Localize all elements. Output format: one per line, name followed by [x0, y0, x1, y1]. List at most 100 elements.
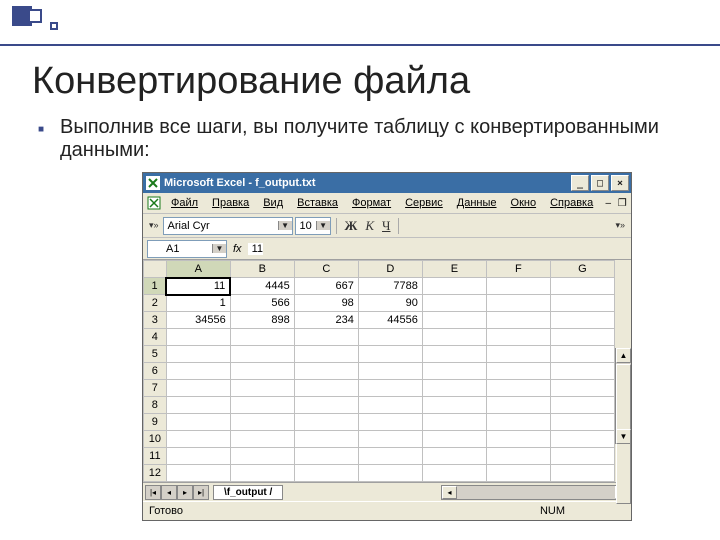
maximize-button[interactable]: □: [591, 175, 609, 191]
cell[interactable]: [294, 380, 358, 397]
row-header[interactable]: 5: [144, 346, 167, 363]
cell[interactable]: [422, 414, 486, 431]
cell[interactable]: 7788: [358, 278, 422, 295]
bold-button[interactable]: Ж: [342, 218, 361, 234]
row-header[interactable]: 8: [144, 397, 167, 414]
cell[interactable]: [166, 397, 230, 414]
fx-label[interactable]: fx: [233, 243, 242, 255]
cell[interactable]: [486, 329, 550, 346]
tab-prev-icon[interactable]: ◂: [161, 485, 177, 500]
cell[interactable]: [422, 397, 486, 414]
scroll-down-icon[interactable]: ▼: [616, 429, 631, 444]
menu-edit[interactable]: Правка: [206, 195, 255, 211]
spreadsheet-grid[interactable]: A B C D E F G 1 11 4445 667 7788 2 1 566…: [143, 260, 615, 482]
cell[interactable]: 4445: [230, 278, 294, 295]
cell[interactable]: [486, 380, 550, 397]
cell[interactable]: [294, 414, 358, 431]
cell[interactable]: [166, 380, 230, 397]
scroll-up-icon[interactable]: ▲: [616, 348, 631, 363]
cell[interactable]: [550, 295, 614, 312]
cell[interactable]: [230, 363, 294, 380]
cell[interactable]: [550, 346, 614, 363]
cell[interactable]: [230, 414, 294, 431]
titlebar[interactable]: Microsoft Excel - f_output.txt _ □ ×: [143, 173, 631, 193]
col-header-c[interactable]: C: [294, 261, 358, 278]
menu-help[interactable]: Справка: [544, 195, 599, 211]
menu-tools[interactable]: Сервис: [399, 195, 449, 211]
cell[interactable]: 90: [358, 295, 422, 312]
cell[interactable]: [422, 363, 486, 380]
cell[interactable]: [230, 329, 294, 346]
cell[interactable]: [550, 414, 614, 431]
menu-format[interactable]: Формат: [346, 195, 397, 211]
row-header[interactable]: 3: [144, 312, 167, 329]
cell[interactable]: [358, 380, 422, 397]
cell[interactable]: [550, 312, 614, 329]
row-header[interactable]: 9: [144, 414, 167, 431]
cell[interactable]: [230, 448, 294, 465]
wb-restore-icon[interactable]: ❐: [615, 198, 629, 209]
cell[interactable]: [230, 397, 294, 414]
cell[interactable]: [358, 431, 422, 448]
cell[interactable]: [166, 363, 230, 380]
cell[interactable]: [358, 448, 422, 465]
cell[interactable]: [550, 397, 614, 414]
cell[interactable]: [166, 414, 230, 431]
col-header-a[interactable]: A: [166, 261, 230, 278]
horizontal-scrollbar[interactable]: ◂ ▸: [441, 485, 631, 500]
cell[interactable]: [422, 346, 486, 363]
cell[interactable]: [486, 397, 550, 414]
cell[interactable]: [166, 346, 230, 363]
cell[interactable]: [422, 465, 486, 482]
cell[interactable]: [358, 346, 422, 363]
minimize-button[interactable]: _: [571, 175, 589, 191]
cell[interactable]: 44556: [358, 312, 422, 329]
cell[interactable]: [486, 278, 550, 295]
cell[interactable]: [550, 329, 614, 346]
row-header[interactable]: 1: [144, 278, 167, 295]
cell[interactable]: 898: [230, 312, 294, 329]
font-size-combo[interactable]: 10 ▼: [295, 217, 331, 235]
scroll-left-icon[interactable]: ◂: [442, 486, 457, 499]
cell[interactable]: [486, 312, 550, 329]
row-header[interactable]: 11: [144, 448, 167, 465]
cell[interactable]: [230, 465, 294, 482]
italic-button[interactable]: К: [362, 218, 377, 234]
row-header[interactable]: 12: [144, 465, 167, 482]
col-header-g[interactable]: G: [550, 261, 614, 278]
cell[interactable]: 98: [294, 295, 358, 312]
cell[interactable]: [358, 397, 422, 414]
cell[interactable]: [550, 363, 614, 380]
cell[interactable]: [550, 380, 614, 397]
cell[interactable]: 667: [294, 278, 358, 295]
cell[interactable]: [230, 380, 294, 397]
cell[interactable]: [166, 465, 230, 482]
menu-insert[interactable]: Вставка: [291, 195, 344, 211]
cell[interactable]: [294, 329, 358, 346]
name-box[interactable]: A1 ▼: [147, 240, 227, 258]
select-all-corner[interactable]: [144, 261, 167, 278]
cell[interactable]: 1: [166, 295, 230, 312]
workbook-icon[interactable]: [147, 195, 161, 211]
row-header[interactable]: 10: [144, 431, 167, 448]
col-header-d[interactable]: D: [358, 261, 422, 278]
row-header[interactable]: 4: [144, 329, 167, 346]
cell[interactable]: [422, 295, 486, 312]
cell[interactable]: [486, 346, 550, 363]
tab-last-icon[interactable]: ▸|: [193, 485, 209, 500]
cell[interactable]: [358, 414, 422, 431]
toolbar-overflow-icon[interactable]: ▾»: [613, 220, 627, 231]
menu-file[interactable]: Файл: [165, 195, 204, 211]
cell[interactable]: [166, 329, 230, 346]
formula-value[interactable]: 11: [248, 243, 263, 255]
tab-next-icon[interactable]: ▸: [177, 485, 193, 500]
cell[interactable]: [294, 431, 358, 448]
cell[interactable]: [486, 465, 550, 482]
row-header[interactable]: 2: [144, 295, 167, 312]
col-header-b[interactable]: B: [230, 261, 294, 278]
cell[interactable]: [230, 346, 294, 363]
cell[interactable]: [294, 448, 358, 465]
underline-button[interactable]: Ч: [379, 218, 393, 234]
cell[interactable]: [486, 295, 550, 312]
cell[interactable]: [294, 465, 358, 482]
